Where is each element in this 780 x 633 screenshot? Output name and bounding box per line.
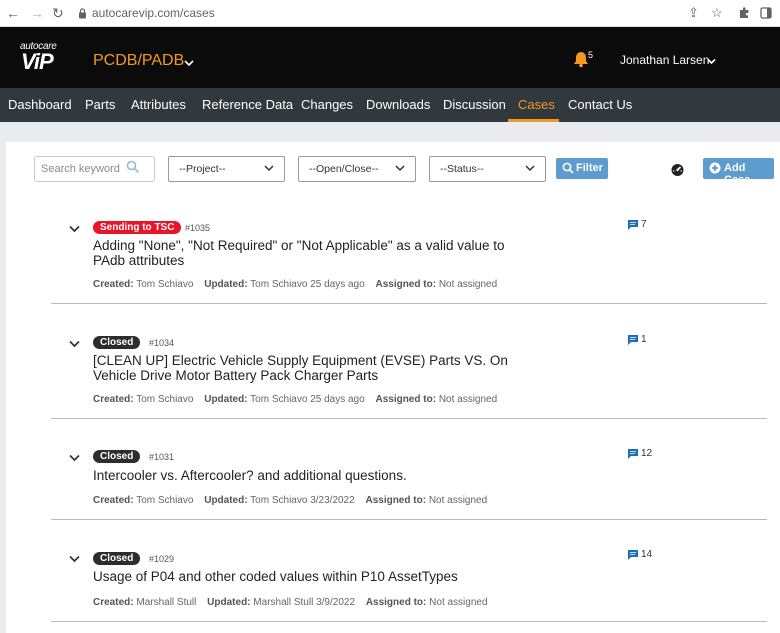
case-meta: Created: Tom Schiavo Updated: Tom Schiav… — [93, 495, 488, 506]
chevron-down-icon[interactable] — [69, 340, 80, 348]
nav-discussion[interactable]: Discussion — [443, 88, 506, 122]
chevron-down-icon — [525, 165, 535, 172]
case-number: #1035 — [185, 223, 211, 233]
case-number: #1029 — [149, 554, 175, 564]
sidebar-icon[interactable] — [760, 7, 772, 19]
notification-count: 5 — [588, 50, 594, 60]
add-case-button[interactable]: Add Case — [703, 158, 774, 186]
nav-changes[interactable]: Changes — [301, 88, 353, 122]
search-icon[interactable] — [126, 160, 140, 174]
case-number: #1031 — [149, 452, 175, 462]
comment-icon — [628, 220, 638, 230]
extensions-icon[interactable] — [738, 7, 750, 19]
case-number: #1034 — [149, 338, 175, 348]
project-select[interactable]: --Project-- — [168, 156, 285, 182]
divider — [51, 303, 767, 304]
chevron-down-icon[interactable] — [184, 59, 194, 67]
status-badge: Closed — [93, 450, 141, 463]
nav-cases[interactable]: Cases — [518, 88, 555, 122]
star-icon[interactable]: ☆ — [711, 4, 723, 22]
nav-dashboard[interactable]: Dashboard — [8, 88, 72, 122]
status-badge: Closed — [93, 336, 141, 349]
nav-downloads[interactable]: Downloads — [366, 88, 430, 122]
case-title[interactable]: Usage of P04 and other coded values with… — [93, 569, 513, 584]
chevron-down-icon[interactable] — [707, 58, 716, 65]
status-badge: Closed — [93, 552, 141, 565]
lock-icon — [79, 8, 86, 19]
nav-contact-us[interactable]: Contact Us — [568, 88, 632, 122]
browser-toolbar: ← → ↻ autocarevip.com/cases ⇪ ☆ — [0, 0, 780, 27]
status-select[interactable]: --Status-- — [429, 156, 546, 182]
comment-count[interactable]: 1 — [628, 334, 658, 346]
dashboard-gauge-icon[interactable] — [670, 162, 685, 177]
comment-icon — [628, 335, 638, 345]
user-menu[interactable]: Jonathan Larsen — [620, 53, 709, 67]
status-badge: Sending to TSC — [93, 221, 182, 234]
search-input[interactable] — [41, 162, 121, 176]
chevron-down-icon — [264, 165, 274, 172]
comment-count[interactable]: 7 — [628, 219, 658, 231]
plus-circle-icon — [709, 162, 721, 174]
share-icon[interactable]: ⇪ — [688, 4, 699, 22]
open-close-select[interactable]: --Open/Close-- — [298, 156, 416, 182]
back-arrow-icon[interactable]: ← — [6, 3, 20, 23]
comment-count[interactable]: 12 — [628, 448, 658, 460]
search-box — [34, 156, 155, 182]
nav-attributes[interactable]: Attributes — [131, 88, 186, 122]
reload-icon[interactable]: ↻ — [52, 3, 64, 23]
active-tab-indicator — [508, 119, 559, 122]
divider — [51, 621, 767, 622]
nav-reference-data[interactable]: Reference Data — [202, 88, 293, 122]
filter-button[interactable]: Filter — [556, 158, 608, 179]
comment-icon — [628, 550, 638, 560]
case-meta: Created: Tom Schiavo Updated: Tom Schiav… — [93, 279, 498, 290]
comment-icon — [628, 449, 638, 459]
search-icon — [562, 162, 574, 174]
chevron-down-icon[interactable] — [69, 555, 80, 563]
main-nav: Dashboard Parts Attributes Reference Dat… — [0, 88, 780, 122]
comment-count[interactable]: 14 — [628, 549, 658, 561]
address-bar[interactable]: autocarevip.com/cases — [92, 5, 215, 21]
nav-parts[interactable]: Parts — [85, 88, 115, 122]
chevron-down-icon[interactable] — [69, 454, 80, 462]
case-title[interactable]: [CLEAN UP] Electric Vehicle Supply Equip… — [93, 353, 513, 383]
divider — [51, 418, 767, 419]
forward-arrow-icon[interactable]: → — [30, 3, 44, 23]
chevron-down-icon — [395, 165, 405, 172]
divider — [51, 519, 767, 520]
case-title[interactable]: Intercooler vs. Aftercooler? and additio… — [93, 468, 513, 483]
case-title[interactable]: Adding "None", "Not Required" or "Not Ap… — [93, 238, 513, 268]
autocare-vip-logo[interactable]: autocare ViP — [20, 41, 58, 77]
case-meta: Created: Tom Schiavo Updated: Tom Schiav… — [93, 394, 498, 405]
chevron-down-icon[interactable] — [69, 225, 80, 233]
case-meta: Created: Marshall Stull Updated: Marshal… — [93, 597, 488, 608]
product-switcher[interactable]: PCDB/PADB — [93, 52, 184, 70]
